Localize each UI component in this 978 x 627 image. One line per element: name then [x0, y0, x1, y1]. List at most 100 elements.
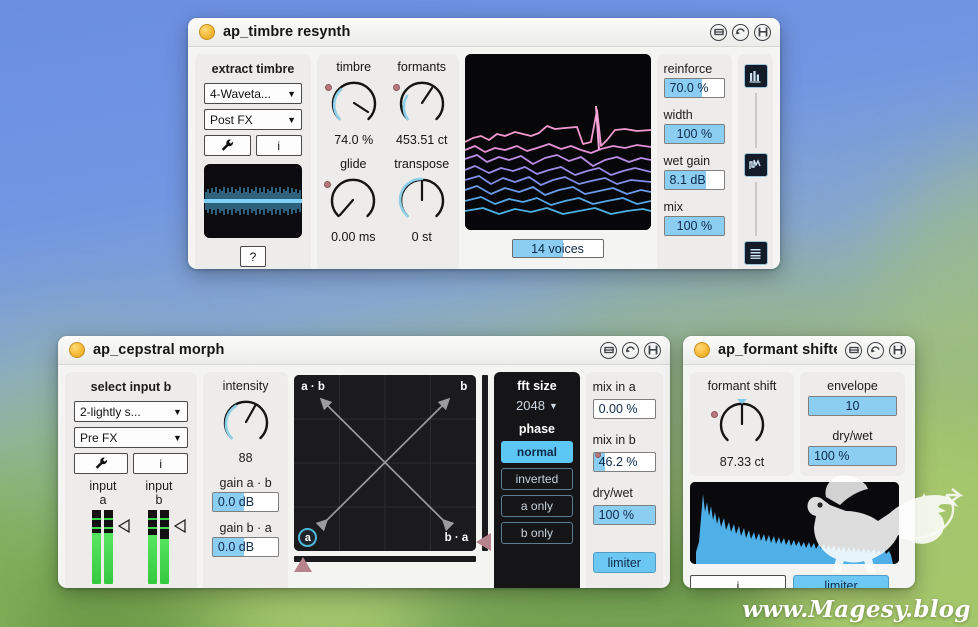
- morph-x-slider[interactable]: [294, 556, 477, 572]
- refresh-icon[interactable]: [622, 341, 639, 359]
- titlebar[interactable]: ap_formant shifter: [683, 336, 915, 365]
- meter-label: input b: [145, 479, 173, 507]
- meter-input-b[interactable]: input b 0.0 d: [144, 479, 186, 588]
- width-value: 100 %: [676, 127, 713, 141]
- meter-segment: [104, 529, 114, 533]
- mix-params-panel: reinforce 70.0 % width 100 % wet gain 8.…: [656, 54, 733, 269]
- mix-value: 100 %: [676, 219, 713, 233]
- meter-segment: [148, 510, 158, 518]
- formant-spectrum-display[interactable]: [690, 482, 899, 564]
- formant-shift-label: formant shift: [707, 379, 777, 393]
- mix-label: mix: [663, 200, 683, 214]
- envelope-panel: envelope 10 dry/wet 100 %: [800, 372, 905, 476]
- list-icon[interactable]: [743, 241, 768, 265]
- spectral-display[interactable]: [464, 54, 651, 230]
- formant-shift-knob[interactable]: [711, 397, 769, 451]
- wet-gain-field[interactable]: 8.1 dB: [663, 170, 726, 190]
- phase-option-normal[interactable]: normal: [500, 441, 573, 463]
- input-b-source-dropdown[interactable]: 2-lightly s... ▼: [74, 401, 188, 422]
- timbre-waveform-display[interactable]: [204, 164, 302, 238]
- morph-y-slider[interactable]: [476, 375, 492, 551]
- modulation-led: [594, 453, 601, 458]
- titlebar-icon-group: [710, 23, 771, 41]
- meter-segment: [104, 520, 114, 527]
- phase-option-b-only[interactable]: b only: [500, 522, 573, 544]
- knob-dial-icon: [719, 399, 765, 442]
- extract-button-row: i: [204, 135, 302, 156]
- envelope-field[interactable]: 10: [808, 396, 897, 416]
- window-formant-shifter[interactable]: ap_formant shifter formant shift 87.33 c…: [683, 336, 915, 588]
- mix-field[interactable]: 100 %: [663, 216, 726, 236]
- knob-dial-icon: [331, 81, 376, 121]
- phase-option-a-only[interactable]: a only: [500, 495, 573, 517]
- limiter-button[interactable]: limiter: [592, 552, 656, 573]
- minimize-icon[interactable]: [710, 23, 727, 41]
- voices-value: 14 voices: [531, 241, 584, 256]
- fft-size-dropdown[interactable]: 2048 ▼: [516, 398, 558, 413]
- knob-transpose[interactable]: transpose 0 st: [394, 157, 449, 244]
- meter-segment: [92, 510, 102, 518]
- slider-handle-icon[interactable]: [294, 557, 313, 572]
- gain-ba-field[interactable]: 0.0 dB: [211, 537, 280, 557]
- save-icon[interactable]: [889, 341, 906, 359]
- refresh-icon[interactable]: [867, 341, 884, 359]
- info-button[interactable]: i: [255, 135, 302, 156]
- refresh-icon[interactable]: [732, 23, 749, 41]
- waveform-icon[interactable]: [743, 152, 768, 177]
- meter-segment: [160, 529, 170, 539]
- mix-in-a-field[interactable]: 0.00 %: [592, 399, 656, 419]
- slider-handle-icon[interactable]: [476, 533, 492, 551]
- save-icon[interactable]: [754, 23, 771, 41]
- formant-button-row: i limiter: [690, 575, 908, 588]
- help-button[interactable]: ?: [240, 246, 266, 267]
- save-icon[interactable]: [644, 341, 661, 359]
- settings-wrench-button[interactable]: [74, 453, 129, 474]
- wrench-icon: [221, 139, 233, 151]
- minimize-icon[interactable]: [600, 341, 617, 359]
- mix-in-b-label: mix in b: [592, 433, 636, 447]
- knob-formants[interactable]: formants 453.51 ct: [392, 60, 449, 147]
- voices-field[interactable]: 14 voices: [511, 239, 604, 258]
- phase-option-inverted[interactable]: inverted: [500, 468, 573, 490]
- info-button[interactable]: i: [133, 453, 188, 474]
- titlebar[interactable]: ap_timbre resynth: [188, 18, 780, 47]
- formant-shift-value: 87.33 ct: [719, 455, 765, 469]
- fft-phase-panel: fft size 2048 ▼ phase normal inverted a …: [494, 372, 580, 588]
- settings-wrench-button[interactable]: [204, 135, 251, 156]
- intensity-knob[interactable]: [212, 395, 279, 449]
- spectrum-icon[interactable]: [743, 64, 768, 88]
- dry-wet-field[interactable]: 100 %: [592, 505, 656, 525]
- limiter-button[interactable]: limiter: [793, 575, 889, 588]
- meter-label: input a: [89, 479, 117, 507]
- reinforce-field[interactable]: 70.0 %: [663, 78, 726, 98]
- meter-bar: [160, 510, 170, 584]
- morph-xy-pad[interactable]: a · b b b · a a: [294, 375, 477, 551]
- wrench-icon: [95, 457, 107, 469]
- dry-wet-field[interactable]: 100 %: [808, 446, 897, 466]
- gain-ba-value: 0.0 dB: [217, 540, 255, 554]
- intensity-panel: intensity 88 gain a · b 0.0 dB gain b · …: [202, 372, 289, 588]
- width-field[interactable]: 100 %: [663, 124, 726, 144]
- minimize-icon[interactable]: [845, 341, 862, 359]
- knob-label: transpose: [394, 157, 450, 171]
- knob-glide[interactable]: glide 0.00 ms: [324, 157, 380, 244]
- window-cepstral-morph[interactable]: ap_cepstral morph select input b 2-light…: [58, 336, 670, 588]
- knob-label: glide: [340, 157, 367, 171]
- gain-ba-label: gain b · a: [219, 521, 272, 535]
- meter-bar: [148, 510, 158, 584]
- chevron-down-icon: ▼: [548, 400, 558, 411]
- chain-select-value: Post FX: [210, 112, 253, 127]
- meter-input-a[interactable]: input a 0.0 d: [88, 479, 130, 588]
- knob-value: 74.0 %: [334, 133, 374, 147]
- mix-in-b-field[interactable]: 46.2 %: [592, 452, 656, 472]
- window-timbre-resynth[interactable]: ap_timbre resynth extract timbre 4-Wavet…: [188, 18, 780, 269]
- xy-label-top-right: b: [460, 381, 468, 393]
- chain-select-dropdown[interactable]: Post FX ▼: [204, 109, 302, 130]
- input-b-chain-dropdown[interactable]: Pre FX ▼: [74, 427, 188, 448]
- info-button[interactable]: i: [690, 575, 786, 588]
- knob-row-bottom: glide 0.00 ms transpose 0 st: [324, 157, 449, 244]
- knob-timbre[interactable]: timbre 74.0 %: [324, 60, 381, 147]
- titlebar[interactable]: ap_cepstral morph: [58, 336, 670, 365]
- source-select-dropdown[interactable]: 4-Waveta... ▼: [204, 83, 302, 104]
- gain-ab-field[interactable]: 0.0 dB: [211, 492, 280, 512]
